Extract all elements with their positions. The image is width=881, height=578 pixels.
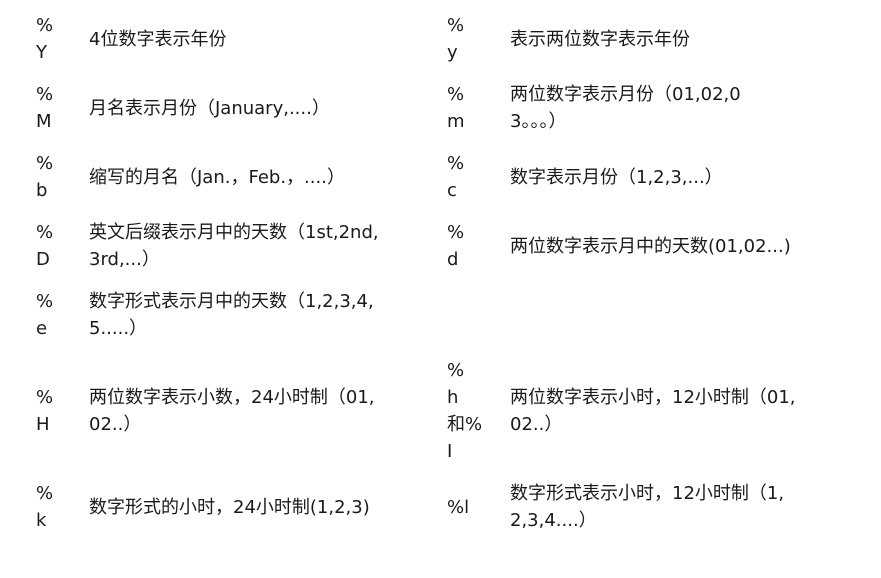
format-code: % e	[36, 291, 54, 339]
format-description: 两位数字表示小时，12小时制（01, 02..）	[510, 387, 796, 435]
format-code: % y	[447, 15, 465, 63]
format-code: % M	[36, 84, 54, 132]
format-description: 两位数字表示月中的天数(01,02...)	[510, 236, 791, 257]
format-code: % d	[447, 222, 465, 270]
format-description: 数字形式表示月中的天数（1,2,3,4, 5.....）	[89, 291, 374, 339]
format-description: 英文后缀表示月中的天数（1st,2nd, 3rd,...）	[89, 222, 379, 270]
format-description: 表示两位数字表示年份	[510, 29, 690, 50]
format-code: % k	[36, 483, 54, 531]
format-description: 两位数字表示小数，24小时制（01, 02..）	[89, 387, 375, 435]
format-code: % h 和% I	[447, 360, 483, 462]
format-description: 缩写的月名（Jan.，Feb.，....）	[89, 167, 345, 188]
format-code: % D	[36, 222, 54, 270]
format-code: % m	[447, 84, 465, 132]
format-description: 月名表示月份（January,....）	[89, 98, 330, 119]
format-code: % c	[447, 153, 465, 201]
format-code: % b	[36, 153, 54, 201]
format-description: 数字形式的小时，24小时制(1,2,3)	[89, 497, 370, 518]
format-description: 数字形式表示小时，12小时制（1, 2,3,4....）	[510, 483, 785, 531]
format-code: %l	[447, 497, 470, 518]
format-code: % Y	[36, 15, 54, 63]
format-description: 两位数字表示月份（01,02,0 3。。。）	[510, 84, 741, 132]
format-code: % H	[36, 387, 54, 435]
format-specifier-table: % Y 4位数字表示年份 % y 表示两位数字表示年份 % M 月名表示月份（J…	[0, 0, 881, 578]
format-description: 数字表示月份（1,2,3,...）	[510, 167, 723, 188]
format-description: 4位数字表示年份	[89, 29, 227, 50]
